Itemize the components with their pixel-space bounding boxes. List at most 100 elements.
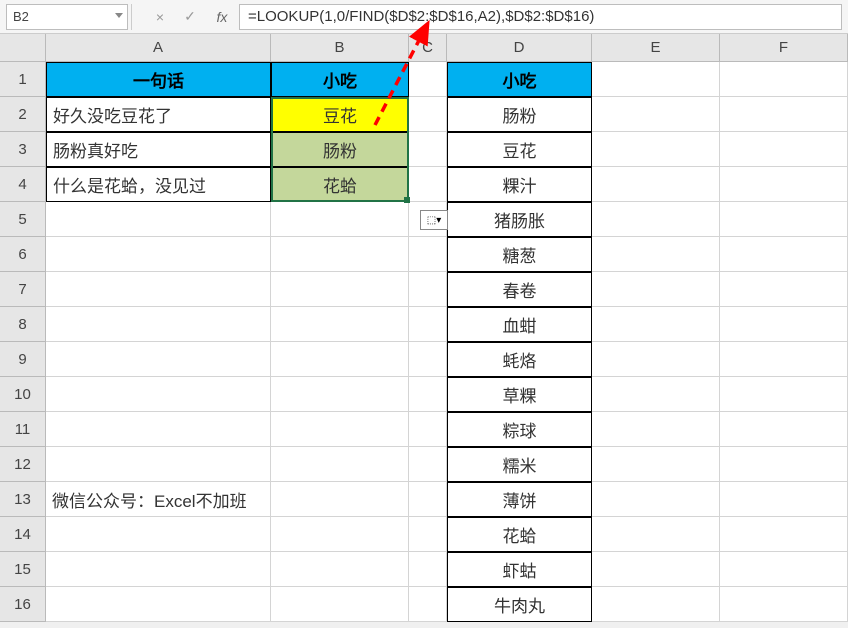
cell-A15[interactable] — [46, 552, 271, 587]
cell-F15[interactable] — [720, 552, 848, 587]
cell-C1[interactable] — [409, 62, 447, 97]
cell-E7[interactable] — [592, 272, 720, 307]
cell-B1[interactable]: 小吃 — [271, 62, 409, 97]
cell-A3[interactable]: 肠粉真好吃 — [46, 132, 271, 167]
cell-F2[interactable] — [720, 97, 848, 132]
cell-A4[interactable]: 什么是花蛤，没见过 — [46, 167, 271, 202]
col-header-A[interactable]: A — [46, 34, 271, 62]
cell-A12[interactable] — [46, 447, 271, 482]
cell-D9[interactable]: 蚝烙 — [447, 342, 592, 377]
cell-A1[interactable]: 一句话 — [46, 62, 271, 97]
cell-C14[interactable] — [409, 517, 447, 552]
cell-F11[interactable] — [720, 412, 848, 447]
cell-F9[interactable] — [720, 342, 848, 377]
row-header-12[interactable]: 12 — [0, 447, 46, 482]
cell-E13[interactable] — [592, 482, 720, 517]
cell-D7[interactable]: 春卷 — [447, 272, 592, 307]
confirm-button[interactable]: ✓ — [175, 4, 205, 30]
cell-F3[interactable] — [720, 132, 848, 167]
col-header-F[interactable]: F — [720, 34, 848, 62]
row-header-14[interactable]: 14 — [0, 517, 46, 552]
cell-D8[interactable]: 血蚶 — [447, 307, 592, 342]
cell-A5[interactable] — [46, 202, 271, 237]
cell-E15[interactable] — [592, 552, 720, 587]
cell-D11[interactable]: 粽球 — [447, 412, 592, 447]
cell-F14[interactable] — [720, 517, 848, 552]
cell-F8[interactable] — [720, 307, 848, 342]
cell-A9[interactable] — [46, 342, 271, 377]
cell-C9[interactable] — [409, 342, 447, 377]
cell-B4[interactable]: 花蛤 — [271, 167, 409, 202]
cell-B13[interactable] — [271, 482, 409, 517]
cell-B14[interactable] — [271, 517, 409, 552]
cell-C4[interactable] — [409, 167, 447, 202]
cell-E12[interactable] — [592, 447, 720, 482]
col-header-B[interactable]: B — [271, 34, 409, 62]
cell-F1[interactable] — [720, 62, 848, 97]
cell-D3[interactable]: 豆花 — [447, 132, 592, 167]
row-header-6[interactable]: 6 — [0, 237, 46, 272]
cell-D10[interactable]: 草粿 — [447, 377, 592, 412]
cell-F12[interactable] — [720, 447, 848, 482]
fx-button[interactable]: fx — [205, 4, 239, 30]
cell-E14[interactable] — [592, 517, 720, 552]
cell-F4[interactable] — [720, 167, 848, 202]
cell-E11[interactable] — [592, 412, 720, 447]
cell-D13[interactable]: 薄饼 — [447, 482, 592, 517]
cell-D1[interactable]: 小吃 — [447, 62, 592, 97]
cell-F6[interactable] — [720, 237, 848, 272]
cell-F5[interactable] — [720, 202, 848, 237]
cell-C15[interactable] — [409, 552, 447, 587]
cell-A13[interactable]: 微信公众号：Excel不加班 — [46, 482, 271, 517]
cell-B6[interactable] — [271, 237, 409, 272]
cell-A7[interactable] — [46, 272, 271, 307]
cell-E1[interactable] — [592, 62, 720, 97]
cell-A2[interactable]: 好久没吃豆花了 — [46, 97, 271, 132]
cell-C10[interactable] — [409, 377, 447, 412]
cell-E3[interactable] — [592, 132, 720, 167]
cell-F16[interactable] — [720, 587, 848, 622]
cell-C8[interactable] — [409, 307, 447, 342]
cell-B3[interactable]: 肠粉 — [271, 132, 409, 167]
row-header-9[interactable]: 9 — [0, 342, 46, 377]
cell-C7[interactable] — [409, 272, 447, 307]
row-header-7[interactable]: 7 — [0, 272, 46, 307]
cell-D14[interactable]: 花蛤 — [447, 517, 592, 552]
cell-A16[interactable] — [46, 587, 271, 622]
row-header-16[interactable]: 16 — [0, 587, 46, 622]
cell-D16[interactable]: 牛肉丸 — [447, 587, 592, 622]
col-header-C[interactable]: C — [409, 34, 447, 62]
row-header-2[interactable]: 2 — [0, 97, 46, 132]
cell-B15[interactable] — [271, 552, 409, 587]
cell-C3[interactable] — [409, 132, 447, 167]
cell-C12[interactable] — [409, 447, 447, 482]
cell-E6[interactable] — [592, 237, 720, 272]
row-header-3[interactable]: 3 — [0, 132, 46, 167]
cancel-button[interactable]: × — [145, 4, 175, 30]
row-header-15[interactable]: 15 — [0, 552, 46, 587]
cell-C13[interactable] — [409, 482, 447, 517]
paste-options-button[interactable]: ⬚▾ — [420, 210, 448, 230]
row-header-5[interactable]: 5 — [0, 202, 46, 237]
col-header-E[interactable]: E — [592, 34, 720, 62]
cell-C6[interactable] — [409, 237, 447, 272]
row-header-13[interactable]: 13 — [0, 482, 46, 517]
formula-input[interactable]: =LOOKUP(1,0/FIND($D$2:$D$16,A2),$D$2:$D$… — [239, 4, 842, 30]
cell-C2[interactable] — [409, 97, 447, 132]
cell-B16[interactable] — [271, 587, 409, 622]
cell-B11[interactable] — [271, 412, 409, 447]
cell-A6[interactable] — [46, 237, 271, 272]
cell-B12[interactable] — [271, 447, 409, 482]
cell-B8[interactable] — [271, 307, 409, 342]
cell-D5[interactable]: 猪肠胀 — [447, 202, 592, 237]
cell-E9[interactable] — [592, 342, 720, 377]
cell-E2[interactable] — [592, 97, 720, 132]
cell-F13[interactable] — [720, 482, 848, 517]
row-header-8[interactable]: 8 — [0, 307, 46, 342]
cell-E8[interactable] — [592, 307, 720, 342]
cell-D4[interactable]: 粿汁 — [447, 167, 592, 202]
row-header-11[interactable]: 11 — [0, 412, 46, 447]
cell-F10[interactable] — [720, 377, 848, 412]
cell-B9[interactable] — [271, 342, 409, 377]
cell-A8[interactable] — [46, 307, 271, 342]
